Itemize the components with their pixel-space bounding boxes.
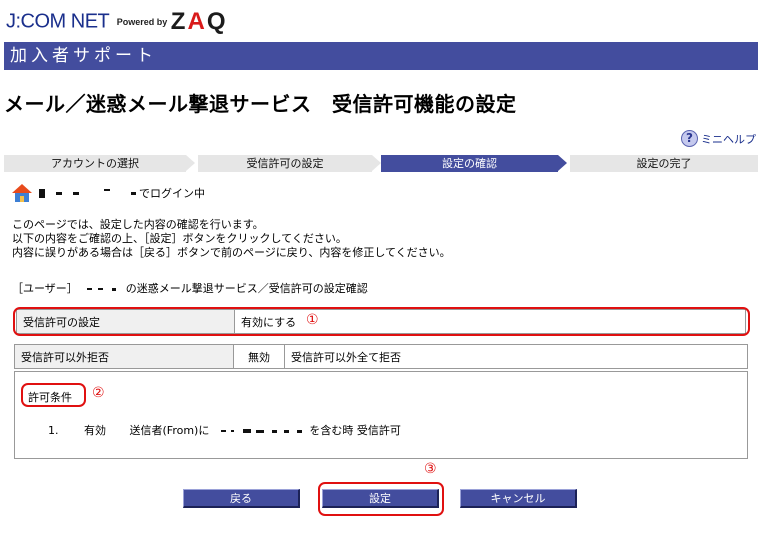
redacted-account xyxy=(39,188,45,198)
intro-line-1: このページでは、設定した内容の確認を行います。 xyxy=(12,218,264,231)
reject-setting-table: 受信許可以外拒否 無効 受信許可以外全て拒否 xyxy=(14,344,748,369)
permission-conditions-box xyxy=(14,371,748,459)
redacted-sender xyxy=(256,429,265,433)
redacted-sender xyxy=(284,429,290,433)
step-setting-complete: 設定の完了 xyxy=(570,155,758,172)
reject-setting-status: 無効 xyxy=(233,344,285,369)
jcom-net-logo-text: J:COM NET xyxy=(6,10,110,33)
step-arrow-1 xyxy=(186,155,195,171)
back-button[interactable]: 戻る xyxy=(183,489,300,508)
annotation-ring-3 xyxy=(318,482,444,516)
redacted-account xyxy=(56,191,62,195)
user-suffix: の迷惑メール撃退サービス／受信許可の設定確認 xyxy=(125,282,368,295)
redacted-sender xyxy=(220,430,226,432)
step-confirm-setting: 設定の確認 xyxy=(381,155,558,172)
step-account-select: アカウントの選択 xyxy=(4,155,186,172)
step-arrow-2 xyxy=(372,155,381,171)
redacted-sender xyxy=(296,429,302,433)
annotation-ring-1 xyxy=(13,307,750,336)
zaq-logo: ZAQ xyxy=(171,8,228,35)
page-title: メール／迷惑メール撃退サービス 受信許可機能の設定 xyxy=(4,92,517,116)
login-status-text: でログイン中 xyxy=(139,187,205,200)
question-icon: ? xyxy=(681,130,698,147)
step-arrow-3 xyxy=(558,155,567,171)
intro-line-2: 以下の内容をご確認の上、［設定］ボタンをクリックしてください。 xyxy=(12,232,347,245)
user-confirmation-line: ［ユーザー］ の迷惑メール撃退サービス／受信許可の設定確認 xyxy=(12,280,368,296)
powered-by-text: Powered by xyxy=(116,17,168,27)
zaq-letter-z: Z xyxy=(170,8,188,35)
reject-setting-desc: 受信許可以外全て拒否 xyxy=(284,344,748,369)
intro-line-3: 内容に誤りがある場合は［戻る］ボタンで前のページに戻り、内容を修正してください。 xyxy=(12,246,451,259)
redacted-account xyxy=(131,191,136,195)
intro-text: このページでは、設定した内容の確認を行います。 以下の内容をご確認の上、［設定］… xyxy=(12,218,451,260)
condition-sender-suffix: を含む時 受信許可 xyxy=(309,424,401,437)
annotation-ring-2 xyxy=(21,383,86,407)
redacted-sender xyxy=(231,430,235,432)
condition-number: 1. xyxy=(48,424,59,437)
home-icon xyxy=(12,184,32,202)
redacted-sender xyxy=(271,429,277,433)
condition-state: 有効 xyxy=(84,424,106,437)
mini-help-link[interactable]: ? ミニヘルプ xyxy=(681,130,756,147)
zaq-letter-q: Q xyxy=(206,8,228,35)
redacted-account xyxy=(73,191,79,195)
redacted-sender xyxy=(242,429,251,433)
mini-help-label: ミニヘルプ xyxy=(701,132,756,146)
step-progress-bar: アカウントの選択 受信許可の設定 設定の確認 設定の完了 xyxy=(4,155,758,172)
zaq-letter-a: A xyxy=(187,8,207,35)
redacted-user xyxy=(112,287,117,291)
redacted-user xyxy=(97,288,103,290)
condition-item-1: 1. 有効 送信者(From)に を含む時 受信許可 xyxy=(48,422,401,438)
subscriber-support-banner: 加入者サポート xyxy=(4,42,758,70)
redacted-user xyxy=(87,288,93,290)
login-status: でログイン中 xyxy=(12,184,205,202)
redacted-account xyxy=(104,189,110,191)
condition-sender-prefix: 送信者(From)に xyxy=(129,424,210,437)
annotation-number-2: ② xyxy=(92,385,105,401)
step-permission-setting: 受信許可の設定 xyxy=(198,155,372,172)
annotation-number-1: ① xyxy=(306,312,319,328)
user-prefix: ［ユーザー］ xyxy=(12,282,78,295)
jcom-zaq-logo: J:COM NET Powered by ZAQ xyxy=(6,8,227,38)
annotation-number-3: ③ xyxy=(424,461,437,477)
cancel-button[interactable]: キャンセル xyxy=(460,489,577,508)
reject-setting-label: 受信許可以外拒否 xyxy=(14,344,234,369)
